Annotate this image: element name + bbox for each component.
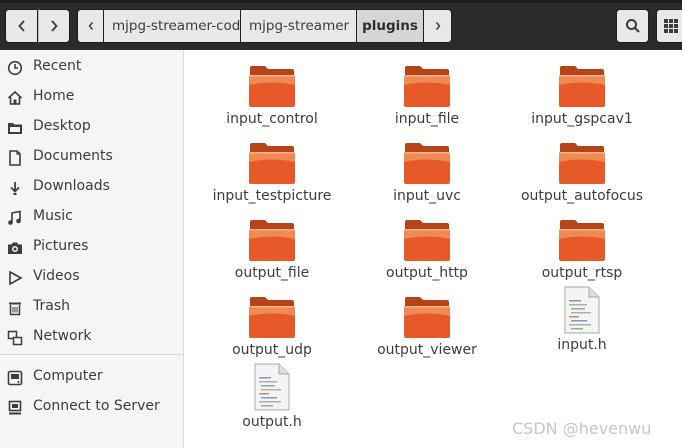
file-name: input_gspcav1 <box>531 111 633 127</box>
breadcrumb-current[interactable]: plugins <box>357 9 424 43</box>
sidebar-divider <box>0 354 183 355</box>
sidebar-item-label: Desktop <box>33 118 91 134</box>
sidebar-item-label: Pictures <box>33 238 89 254</box>
download-icon <box>6 179 23 196</box>
folder-icon <box>249 143 295 184</box>
folder-icon <box>249 297 295 338</box>
folder-item[interactable]: input_control <box>197 63 347 133</box>
sidebar-item-label: Computer <box>33 368 103 384</box>
folder-item[interactable]: output_autofocus <box>507 140 657 210</box>
folder-icon <box>404 297 450 338</box>
folder-icon <box>249 66 295 107</box>
sidebar-item-label: Music <box>33 208 73 224</box>
folder-icon <box>559 66 605 107</box>
breadcrumb-scroll-left[interactable] <box>77 9 104 43</box>
file-name: input_file <box>394 111 460 127</box>
file-name: output_viewer <box>377 342 477 358</box>
folder-item[interactable]: output_file <box>197 217 347 287</box>
file-item[interactable]: output.h <box>197 363 347 433</box>
camera-icon <box>6 239 23 256</box>
header-bar: mjpg-streamer-code-r182 mjpg-streamer pl… <box>0 0 682 50</box>
sidebar-item-trash[interactable]: Trash <box>0 293 183 321</box>
text-file-icon <box>564 286 600 334</box>
sidebar-item-music[interactable]: Music <box>0 203 183 231</box>
folder-icon <box>404 220 450 261</box>
folder-icon <box>404 66 450 107</box>
watermark: CSDN @hevenwu <box>512 419 652 438</box>
folder-item[interactable]: input_testpicture <box>197 140 347 210</box>
file-name: input_testpicture <box>212 188 332 204</box>
sidebar-item-recent[interactable]: Recent <box>0 53 183 81</box>
file-name: output_udp <box>232 342 312 358</box>
folder-item[interactable]: input_gspcav1 <box>507 63 657 133</box>
computer-icon <box>6 369 23 386</box>
forward-button[interactable] <box>38 9 70 43</box>
home-icon <box>6 89 23 106</box>
places-sidebar: Recent Home Desktop Documents Downloads … <box>0 50 184 448</box>
clock-icon <box>6 59 23 76</box>
view-grid-button[interactable] <box>656 9 682 43</box>
text-file-icon <box>254 363 290 411</box>
sidebar-item-home[interactable]: Home <box>0 83 183 111</box>
sidebar-item-videos[interactable]: Videos <box>0 263 183 291</box>
file-name: input_control <box>226 111 318 127</box>
folder-icon <box>559 143 605 184</box>
file-name: output_file <box>234 265 310 281</box>
sidebar-item-connect-to-server[interactable]: Connect to Server <box>0 393 183 421</box>
folder-item[interactable]: input_uvc <box>352 140 502 210</box>
file-name: output_autofocus <box>520 188 644 204</box>
breadcrumb: mjpg-streamer-code-r182 mjpg-streamer pl… <box>77 9 452 43</box>
breadcrumb-segment[interactable]: mjpg-streamer-code-r182 <box>104 9 285 43</box>
search-button[interactable] <box>616 9 649 43</box>
chevron-left-icon <box>17 20 25 32</box>
trash-icon <box>6 299 23 316</box>
sidebar-item-label: Documents <box>33 148 113 164</box>
folder-item[interactable]: output_http <box>352 217 502 287</box>
sidebar-item-pictures[interactable]: Pictures <box>0 233 183 261</box>
network-icon <box>6 329 23 346</box>
desktop-folder-icon <box>6 119 23 136</box>
sidebar-item-label: Home <box>33 88 75 104</box>
file-name: output.h <box>242 414 302 430</box>
file-name: input.h <box>557 337 607 353</box>
file-grid: input_control input_file input_gspcav1 i… <box>185 50 682 448</box>
sidebar-item-label: Network <box>33 328 92 344</box>
breadcrumb-scroll-right[interactable] <box>424 9 452 43</box>
sidebar-item-label: Videos <box>33 268 80 284</box>
file-name: output_rtsp <box>541 265 623 281</box>
sidebar-item-label: Trash <box>33 298 70 314</box>
folder-icon <box>404 143 450 184</box>
folder-item[interactable]: input_file <box>352 63 502 133</box>
folder-icon <box>249 220 295 261</box>
folder-icon <box>559 220 605 261</box>
sidebar-item-documents[interactable]: Documents <box>0 143 183 171</box>
grid-view-icon <box>664 19 678 33</box>
sidebar-item-network[interactable]: Network <box>0 323 183 351</box>
server-icon <box>6 399 23 416</box>
sidebar-item-desktop[interactable]: Desktop <box>0 113 183 141</box>
sidebar-item-computer[interactable]: Computer <box>0 363 183 391</box>
folder-item[interactable]: output_rtsp <box>507 217 657 287</box>
back-button[interactable] <box>5 9 38 43</box>
breadcrumb-segment[interactable]: mjpg-streamer <box>241 9 357 43</box>
window-top-edge <box>0 0 682 3</box>
file-item[interactable]: input.h <box>507 286 657 356</box>
search-icon <box>625 19 640 33</box>
sidebar-item-label: Recent <box>33 58 82 74</box>
small-chevron-left-icon <box>88 22 93 30</box>
music-icon <box>6 209 23 226</box>
small-chevron-right-icon <box>435 22 440 30</box>
sidebar-item-downloads[interactable]: Downloads <box>0 173 183 201</box>
file-name: output_http <box>386 265 468 281</box>
sidebar-item-label: Connect to Server <box>33 398 160 414</box>
document-icon <box>6 149 23 166</box>
video-icon <box>6 269 23 286</box>
folder-item[interactable]: output_viewer <box>352 294 502 364</box>
sidebar-item-label: Downloads <box>33 178 110 194</box>
chevron-right-icon <box>51 20 58 32</box>
file-name: input_uvc <box>393 188 461 204</box>
folder-item[interactable]: output_udp <box>197 294 347 364</box>
